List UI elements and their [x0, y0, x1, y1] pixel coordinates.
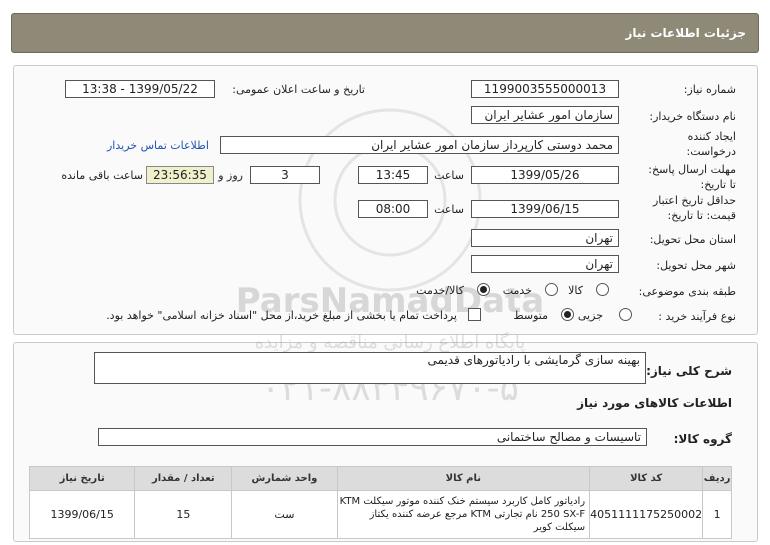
category-service-label: خدمت: [502, 284, 532, 297]
validity-time-field: 08:00: [358, 200, 428, 218]
col-qty: تعداد / مقدار: [134, 466, 233, 491]
remaining-label: ساعت باقی مانده: [61, 169, 143, 182]
creator-field: محمد دوستی کارپرداز سازمان امور عشایر ای…: [220, 136, 619, 154]
remaining-timer: 23:56:35: [146, 166, 214, 184]
description-label: شرح کلی نیاز:: [646, 364, 732, 378]
announce-field: 1399/05/22 - 13:38: [65, 80, 215, 98]
reply-time-label: ساعت: [434, 169, 464, 182]
col-date: تاریخ نیاز: [28, 466, 136, 491]
process-medium-label: متوسط: [513, 309, 548, 322]
reply-deadline-label-line2: تا تاریخ:: [700, 178, 736, 191]
need-number-field: 1199003555000013: [471, 80, 619, 98]
page-title: جزئیات اطلاعات نیاز: [625, 26, 746, 40]
treasury-payment-note: پرداخت تمام یا بخشی از مبلغ خرید،از محل …: [106, 309, 457, 322]
category-goods-radio[interactable]: [596, 283, 609, 296]
creator-label-line2: درخواست:: [686, 145, 736, 158]
goods-group-field: تاسیسات و مصالح ساختمانی: [98, 428, 647, 446]
col-unit: واحد شمارش: [231, 466, 338, 491]
validity-time-label: ساعت: [434, 203, 464, 216]
buyer-org-field: سازمان امور عشایر ایران: [471, 106, 619, 124]
process-minor-label: جزیی: [577, 309, 603, 322]
days-label: روز و: [218, 169, 243, 182]
process-label: نوع فرآیند خرید :: [658, 310, 736, 323]
process-minor-radio[interactable]: [619, 308, 632, 321]
page-header: جزئیات اطلاعات نیاز: [11, 13, 759, 53]
row-date: 1399/06/15: [28, 490, 136, 539]
goods-section-title: اطلاعات کالاهای مورد نیاز: [577, 396, 732, 410]
category-label: طبقه بندی موضوعی:: [638, 285, 736, 298]
description-field: بهینه سازی گرمایشی با رادیاتورهای قدیمی: [94, 352, 646, 384]
goods-group-label: گروه کالا:: [673, 432, 732, 446]
reply-date-field: 1399/05/26: [471, 166, 619, 184]
row-qty: 15: [134, 490, 233, 539]
category-goods-service-radio[interactable]: [477, 283, 490, 296]
row-unit: ست: [231, 490, 338, 539]
contact-buyer-link[interactable]: اطلاعات تماس خریدار: [107, 139, 209, 152]
validity-label-line2: قیمت: تا تاریخ:: [667, 209, 736, 222]
table-row: 1 4051111175250002 رادیاتور کامل کاربرد …: [28, 490, 732, 539]
buyer-org-label: نام دستگاه خریدار:: [649, 110, 736, 123]
reply-time-field: 13:45: [358, 166, 428, 184]
city-field: تهران: [471, 255, 619, 273]
table-header-row: ردیف کد کالا نام کالا واحد شمارش تعداد /…: [28, 466, 732, 491]
goods-table: ردیف کد کالا نام کالا واحد شمارش تعداد /…: [28, 466, 732, 539]
days-remaining-field: 3: [250, 166, 320, 184]
need-number-label: شماره نیاز:: [683, 83, 736, 96]
category-service-radio[interactable]: [545, 283, 558, 296]
row-name: رادیاتور کامل کاربرد سیستم خنک کننده موت…: [336, 490, 591, 539]
province-field: تهران: [471, 229, 619, 247]
province-label: استان محل تحویل:: [649, 233, 736, 246]
category-goods-service-label: کالا/خدمت: [416, 284, 464, 297]
validity-date-field: 1399/06/15: [471, 200, 619, 218]
city-label: شهر محل تحویل:: [656, 259, 736, 272]
col-index: ردیف: [702, 466, 732, 491]
row-index: 1: [702, 490, 732, 539]
process-medium-radio[interactable]: [561, 308, 574, 321]
row-code: 4051111175250002: [589, 490, 704, 539]
treasury-payment-checkbox[interactable]: [468, 308, 481, 321]
validity-label-line1: حداقل تاریخ اعتبار: [652, 194, 736, 207]
col-code: کد کالا: [589, 466, 704, 491]
creator-label-line1: ایجاد کننده: [687, 130, 736, 143]
category-goods-label: کالا: [568, 284, 583, 297]
reply-deadline-label-line1: مهلت ارسال پاسخ:: [648, 163, 736, 176]
announce-label: تاریخ و ساعت اعلان عمومی:: [232, 83, 365, 96]
col-name: نام کالا: [336, 466, 591, 491]
